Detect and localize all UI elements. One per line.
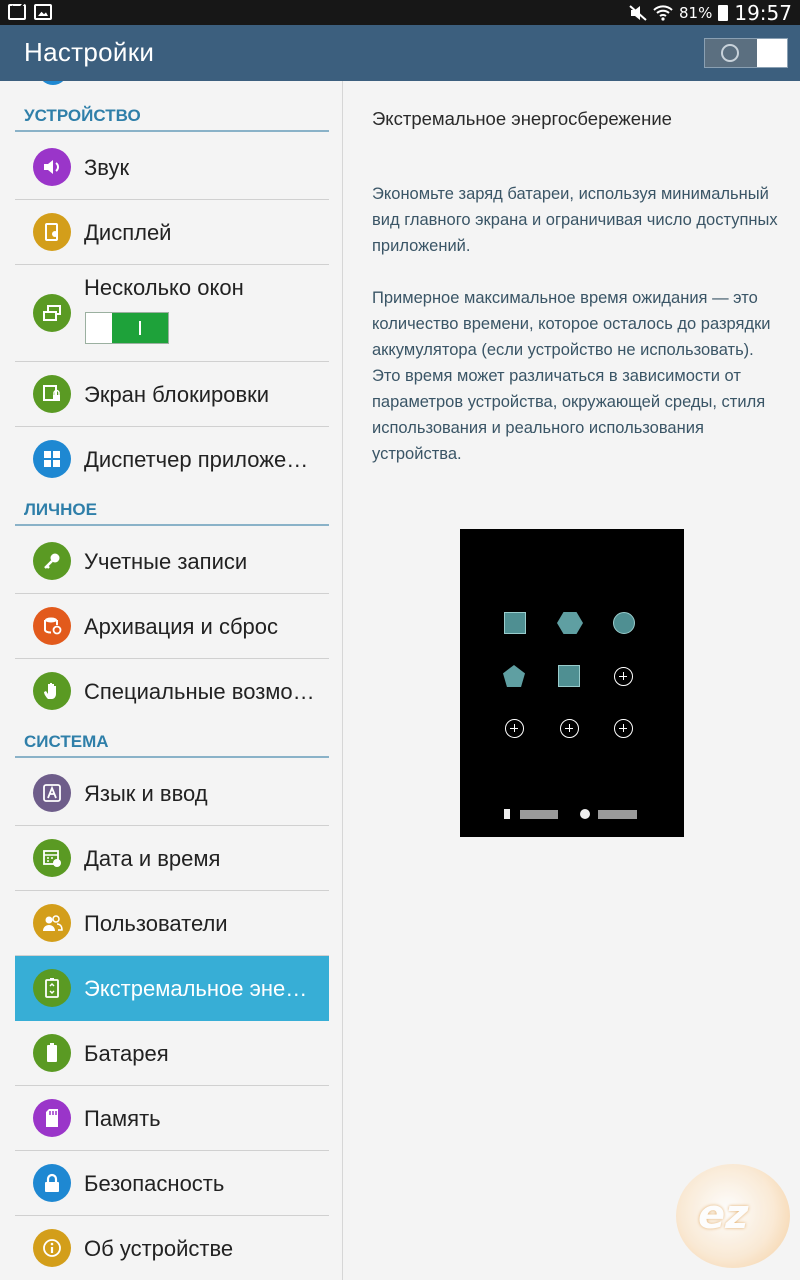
list-item-lock-screen[interactable]: Экран блокировки <box>15 362 329 427</box>
item-label: Специальные возмо… <box>84 679 315 704</box>
hand-icon <box>33 672 71 710</box>
list-item-storage[interactable]: Память <box>15 1086 329 1151</box>
item-label: Экран блокировки <box>84 382 270 407</box>
detail-title: Экстремальное энергосбережение <box>372 108 672 129</box>
image-icon <box>34 4 52 20</box>
watermark-text: ez <box>698 1192 749 1238</box>
list-item-accounts[interactable]: Учетные записи <box>15 529 329 594</box>
app-square-icon <box>558 665 580 687</box>
list-item-battery[interactable]: Батарея <box>15 1021 329 1086</box>
item-label: Дата и время <box>84 846 221 871</box>
list-item-display[interactable]: Дисплей <box>15 200 329 265</box>
status-bar: 81% 19:57 <box>0 0 800 25</box>
item-label: Память <box>84 1106 161 1131</box>
item-label: Архивация и сброс <box>84 614 279 639</box>
app-square-icon <box>504 612 526 634</box>
switch-knob <box>757 39 787 67</box>
key-icon <box>33 542 71 580</box>
item-label: Об устройстве <box>84 1236 234 1261</box>
list-item-security[interactable]: Безопасность <box>15 1151 329 1216</box>
app-pentagon-icon <box>503 665 525 687</box>
list-item-users[interactable]: Пользователи <box>15 891 329 956</box>
add-app-icon <box>614 667 633 686</box>
item-label: Язык и ввод <box>84 781 208 806</box>
item-label: Пользователи <box>84 911 228 936</box>
battery-percent: 81% <box>679 3 713 22</box>
display-icon <box>33 213 71 251</box>
add-app-icon <box>560 719 579 738</box>
section-header-system: СИСТЕМА <box>15 726 329 758</box>
item-label: Безопасность <box>84 1171 225 1196</box>
detail-description: Экономьте заряд батареи, используя миним… <box>372 185 778 255</box>
add-app-icon <box>505 719 524 738</box>
section-label: УСТРОЙСТВО <box>24 106 141 125</box>
list-item-backup-reset[interactable]: Архивация и сброс <box>15 594 329 659</box>
list-item-app-manager[interactable]: Диспетчер приложе… <box>15 427 329 492</box>
section-label: ЛИЧНОЕ <box>24 500 97 519</box>
item-label: Дисплей <box>84 220 172 245</box>
page-title: Настройки <box>24 37 155 67</box>
item-label: Батарея <box>84 1041 169 1066</box>
item-label: Звук <box>84 155 130 180</box>
list-item-language-input[interactable]: Язык и ввод <box>15 761 329 826</box>
lock-icon <box>33 1164 71 1202</box>
info-icon <box>33 1229 71 1267</box>
wifi-icon <box>653 4 673 21</box>
list-item-about-device[interactable]: Об устройстве <box>15 1216 329 1280</box>
item-label: Диспетчер приложе… <box>84 447 309 472</box>
battery-icon <box>33 1034 71 1072</box>
eco-battery-icon <box>33 969 71 1007</box>
speaker-icon <box>33 148 71 186</box>
grid-icon <box>33 440 71 478</box>
scrolled-item-icon <box>38 81 68 85</box>
item-label: Учетные записи <box>84 549 248 574</box>
switch-on-indicator <box>112 313 168 343</box>
sd-card-icon <box>33 1099 71 1137</box>
database-icon <box>33 607 71 645</box>
minimal-home-screen-preview <box>460 529 684 837</box>
app-circle-icon <box>613 612 635 634</box>
extreme-power-saving-master-switch[interactable] <box>704 38 788 68</box>
section-header-device: УСТРОЙСТВО <box>15 100 329 132</box>
users-icon <box>33 904 71 942</box>
list-item-multi-window[interactable]: Несколько окон <box>15 265 329 362</box>
clock: 19:57 <box>734 0 792 25</box>
multi-window-switch[interactable] <box>85 312 169 344</box>
list-item-accessibility[interactable]: Специальные возмо… <box>15 659 329 724</box>
list-item-date-time[interactable]: Дата и время <box>15 826 329 891</box>
action-bar: Настройки <box>0 25 800 81</box>
detail-pane: Экстремальное энергосбережение Экономьте… <box>344 81 800 1280</box>
section-label: СИСТЕМА <box>24 732 109 751</box>
app-hexagon-icon <box>557 612 583 634</box>
watermark-logo: ez <box>676 1164 790 1268</box>
mail-icon <box>8 4 26 20</box>
settings-list[interactable]: УСТРОЙСТВО Звук Дисплей Несколько окон Э… <box>0 81 343 1280</box>
lock-screen-icon <box>33 375 71 413</box>
item-label: Экстремальное эне… <box>84 976 308 1001</box>
time-mini-icon <box>580 809 590 819</box>
time-bar <box>598 810 637 819</box>
mute-icon <box>629 4 647 21</box>
add-app-icon <box>614 719 633 738</box>
detail-standby-note: Примерное максимальное время ожидания — … <box>372 289 771 463</box>
letter-a-icon <box>33 774 71 812</box>
calendar-icon <box>33 839 71 877</box>
item-label: Несколько окон <box>84 275 244 300</box>
list-item-extreme-power-saving[interactable]: Экстремальное эне… <box>15 956 329 1021</box>
section-header-personal: ЛИЧНОЕ <box>15 494 329 526</box>
battery-mini-icon <box>504 809 510 819</box>
battery-bar <box>520 810 558 819</box>
switch-off-indicator <box>721 44 739 62</box>
list-item-sound[interactable]: Звук <box>15 135 329 200</box>
multi-window-icon <box>33 294 71 332</box>
battery-icon <box>718 4 729 21</box>
